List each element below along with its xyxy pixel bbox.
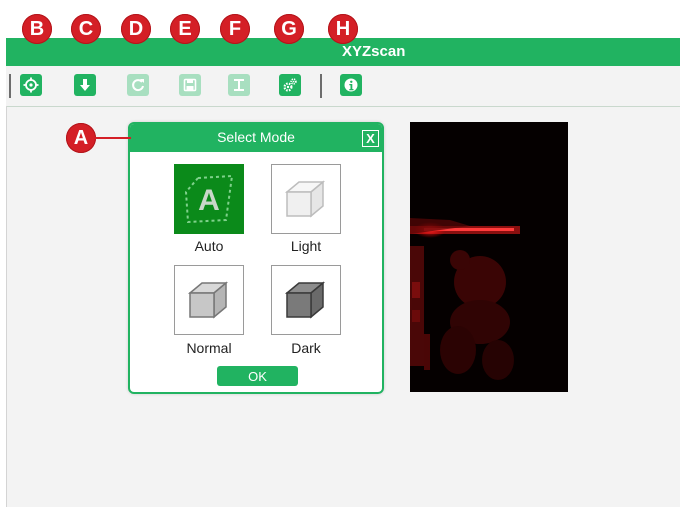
refresh-icon xyxy=(132,79,144,92)
panel-border xyxy=(6,106,7,507)
callout-marker-h: H xyxy=(328,14,358,44)
callout-marker-d: D xyxy=(121,14,151,44)
light-cube-icon xyxy=(284,180,326,218)
ok-button[interactable]: OK xyxy=(217,366,298,386)
auto-mode-icon: A xyxy=(184,174,234,224)
mode-dark-label: Dark xyxy=(291,340,321,356)
callout-marker-b: B xyxy=(22,14,52,44)
save-button[interactable] xyxy=(179,74,201,96)
app-title: XYZscan xyxy=(342,43,406,60)
download-arrow-icon xyxy=(80,79,90,91)
info-button[interactable] xyxy=(340,74,362,96)
toolbar-separator xyxy=(320,74,322,98)
mode-normal-label: Normal xyxy=(186,340,232,356)
select-mode-dialog: Select Mode X A Auto Light Normal Dark O… xyxy=(128,122,384,394)
dialog-close-button[interactable]: X xyxy=(362,130,379,147)
dialog-header: Select Mode X xyxy=(130,124,382,152)
callout-marker-e: E xyxy=(170,14,200,44)
mode-auto-label: Auto xyxy=(194,238,224,254)
toolbar xyxy=(6,66,680,107)
camera-preview xyxy=(410,122,568,392)
callout-marker-c: C xyxy=(71,14,101,44)
crosshair-icon xyxy=(23,77,39,93)
callout-marker-f: F xyxy=(220,14,250,44)
download-button[interactable] xyxy=(74,74,96,96)
mode-auto-option[interactable]: A xyxy=(174,164,244,234)
dark-cube-icon xyxy=(284,281,326,319)
mode-light-label: Light xyxy=(290,238,322,254)
callout-leader-a xyxy=(95,137,131,139)
mode-light-option[interactable] xyxy=(271,164,341,234)
scan-target-button[interactable] xyxy=(20,74,42,96)
close-icon: X xyxy=(366,131,375,146)
text-cursor-icon xyxy=(234,79,244,91)
toolbar-separator xyxy=(9,74,11,98)
settings-button[interactable] xyxy=(279,74,301,96)
refresh-button[interactable] xyxy=(127,74,149,96)
callout-marker-g: G xyxy=(274,14,304,44)
mode-normal-option[interactable] xyxy=(174,265,244,335)
info-icon xyxy=(344,78,358,92)
preview-image xyxy=(410,122,568,392)
auto-mode-glyph: A xyxy=(198,184,220,217)
text-tool-button[interactable] xyxy=(228,74,250,96)
save-icon xyxy=(183,78,197,92)
dialog-title: Select Mode xyxy=(217,129,295,145)
gear-icon xyxy=(283,78,297,92)
callout-marker-a: A xyxy=(66,123,96,153)
mode-dark-option[interactable] xyxy=(271,265,341,335)
ok-button-label: OK xyxy=(248,368,267,384)
normal-cube-icon xyxy=(187,281,229,319)
